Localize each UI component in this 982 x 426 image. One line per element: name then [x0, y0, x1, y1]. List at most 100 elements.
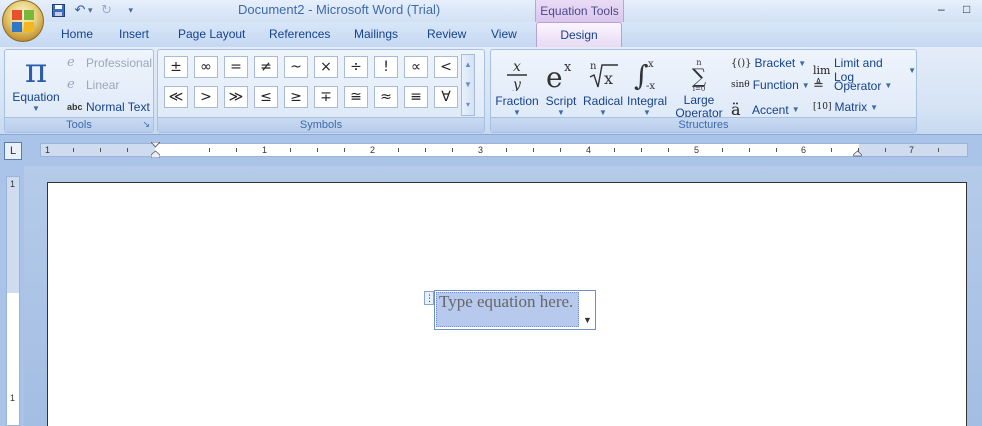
tab-home[interactable]: Home [61, 27, 93, 41]
symbol-button[interactable]: ≤ [254, 86, 278, 108]
ruler-tick [722, 148, 723, 152]
bracket-label: Bracket [754, 56, 796, 70]
professional-icon: e [67, 55, 75, 70]
symbol-button[interactable]: ≠ [254, 56, 278, 78]
fraction-button[interactable]: xy Fraction ▼ [495, 54, 539, 117]
symbol-button[interactable]: ≪ [164, 86, 188, 108]
symbol-button[interactable]: ! [374, 56, 398, 78]
tab-stop-selector[interactable]: L [4, 142, 22, 160]
symbol-button[interactable]: > [194, 86, 218, 108]
equation-button[interactable]: π Equation ▼ [9, 52, 63, 113]
ruler-number: 1 [45, 145, 51, 155]
ruler-tick [938, 148, 939, 152]
customize-qat-icon[interactable]: ▾ [129, 5, 134, 16]
scroll-down-icon[interactable]: ▼ [462, 75, 474, 95]
ruler-tick [344, 148, 345, 152]
office-logo-icon [12, 10, 34, 32]
ruler-number: 1 [262, 145, 268, 155]
gallery-more-icon[interactable]: ▾ [462, 95, 474, 115]
symbol-button[interactable]: ~ [284, 56, 308, 78]
radical-icon: nx [583, 54, 623, 94]
symbol-button[interactable]: ≫ [224, 86, 248, 108]
script-button[interactable]: ex Script ▼ [541, 54, 581, 117]
pi-icon: π [24, 51, 48, 91]
symbol-button[interactable]: × [314, 56, 338, 78]
professional-label: Professional [86, 55, 153, 70]
operator-label: Operator [834, 78, 882, 93]
chevron-down-icon: ▼ [870, 102, 879, 112]
chevron-down-icon: ▼ [557, 108, 565, 117]
vertical-ruler[interactable]: 1 1 [6, 176, 20, 426]
ruler-number: 4 [586, 145, 592, 155]
symbol-button[interactable]: ÷ [344, 56, 368, 78]
equation-input[interactable]: Type equation here. [436, 292, 579, 327]
limit-icon: lim [813, 63, 831, 77]
function-label: Function [752, 78, 799, 92]
horizontal-ruler[interactable]: 1 1 2 3 4 5 6 7 [40, 142, 968, 158]
ruler-number: 6 [801, 145, 807, 155]
matrix-button[interactable]: [10] Matrix ▼ [813, 100, 878, 114]
chevron-down-icon: ▼ [643, 108, 651, 117]
office-button[interactable] [2, 0, 44, 42]
left-indent-marker-icon[interactable] [151, 142, 160, 158]
symbols-scrollbar[interactable]: ▲ ▼ ▾ [461, 54, 475, 116]
tab-design[interactable]: Design [536, 22, 622, 48]
tab-mailings[interactable]: Mailings [354, 27, 398, 41]
redo-icon[interactable]: ↻ [99, 2, 115, 18]
summation-icon: n ∑ i=0 [671, 54, 727, 94]
symbol-button[interactable]: ≅ [344, 86, 368, 108]
ruler-tick [127, 148, 128, 152]
ruler-tick [885, 148, 886, 152]
tab-insert[interactable]: Insert [119, 27, 149, 41]
right-indent-marker-icon[interactable] [853, 142, 862, 158]
symbol-button[interactable]: ≡ [404, 86, 428, 108]
ruler-tick [749, 148, 750, 152]
symbol-button[interactable]: ∝ [404, 56, 428, 78]
ruler-tick [100, 148, 101, 152]
ruler-tick [776, 148, 777, 152]
symbol-button[interactable]: ∓ [314, 86, 338, 108]
ruler-top-margin [7, 177, 19, 293]
operator-button[interactable]: ≜ Operator ▼ [813, 78, 892, 93]
svg-text:x: x [648, 59, 654, 70]
ruler-bar: L 1 1 2 3 4 5 6 7 [0, 136, 982, 166]
script-icon: ex [541, 54, 581, 94]
normal-text-button[interactable]: abc Normal Text [67, 100, 150, 114]
undo-icon[interactable]: ↶ [72, 2, 88, 18]
equation-options-dropdown-icon[interactable]: ▼ [580, 313, 595, 328]
symbol-button[interactable]: ∀ [434, 86, 458, 108]
quick-access-toolbar: ↶ ▾ ↻ ▾ [50, 1, 133, 19]
symbol-button[interactable]: < [434, 56, 458, 78]
symbol-button[interactable]: ≈ [374, 86, 398, 108]
tab-review[interactable]: Review [427, 27, 466, 41]
ruler-tick [290, 148, 291, 152]
symbol-button[interactable]: ≥ [284, 86, 308, 108]
symbols-group-label: Symbols [158, 117, 484, 132]
ruler-tick [533, 148, 534, 152]
tab-view[interactable]: View [491, 27, 517, 41]
chevron-down-icon: ▼ [599, 108, 607, 117]
symbol-button[interactable]: ± [164, 56, 188, 78]
linear-button[interactable]: e Linear [67, 77, 119, 92]
professional-button[interactable]: e Professional [67, 55, 152, 70]
undo-dropdown-icon[interactable]: ▾ [88, 5, 93, 16]
dialog-launcher-icon[interactable]: ↘ [142, 119, 150, 130]
minimize-button[interactable]: – [938, 2, 945, 16]
equation-move-handle-icon[interactable]: ⋮ [424, 291, 434, 305]
equation-label: Equation [12, 90, 60, 104]
symbol-button[interactable]: = [224, 56, 248, 78]
tab-page-layout[interactable]: Page Layout [178, 27, 245, 41]
matrix-icon: [10] [813, 102, 832, 112]
symbol-button[interactable]: ∞ [194, 56, 218, 78]
function-button[interactable]: sinθ Function ▼ [731, 78, 810, 92]
bracket-button[interactable]: {()} Bracket ▼ [731, 56, 806, 70]
radical-button[interactable]: nx Radical ▼ [583, 54, 623, 117]
ruler-tick [209, 148, 210, 152]
scroll-up-icon[interactable]: ▲ [462, 55, 474, 75]
tab-references[interactable]: References [269, 27, 330, 41]
function-icon: sinθ [731, 80, 750, 90]
chevron-down-icon: ▼ [513, 108, 521, 117]
save-icon[interactable] [50, 2, 66, 18]
restore-button[interactable]: □ [963, 2, 970, 16]
integral-button[interactable]: ∫ x -x Integral ▼ [625, 54, 669, 117]
